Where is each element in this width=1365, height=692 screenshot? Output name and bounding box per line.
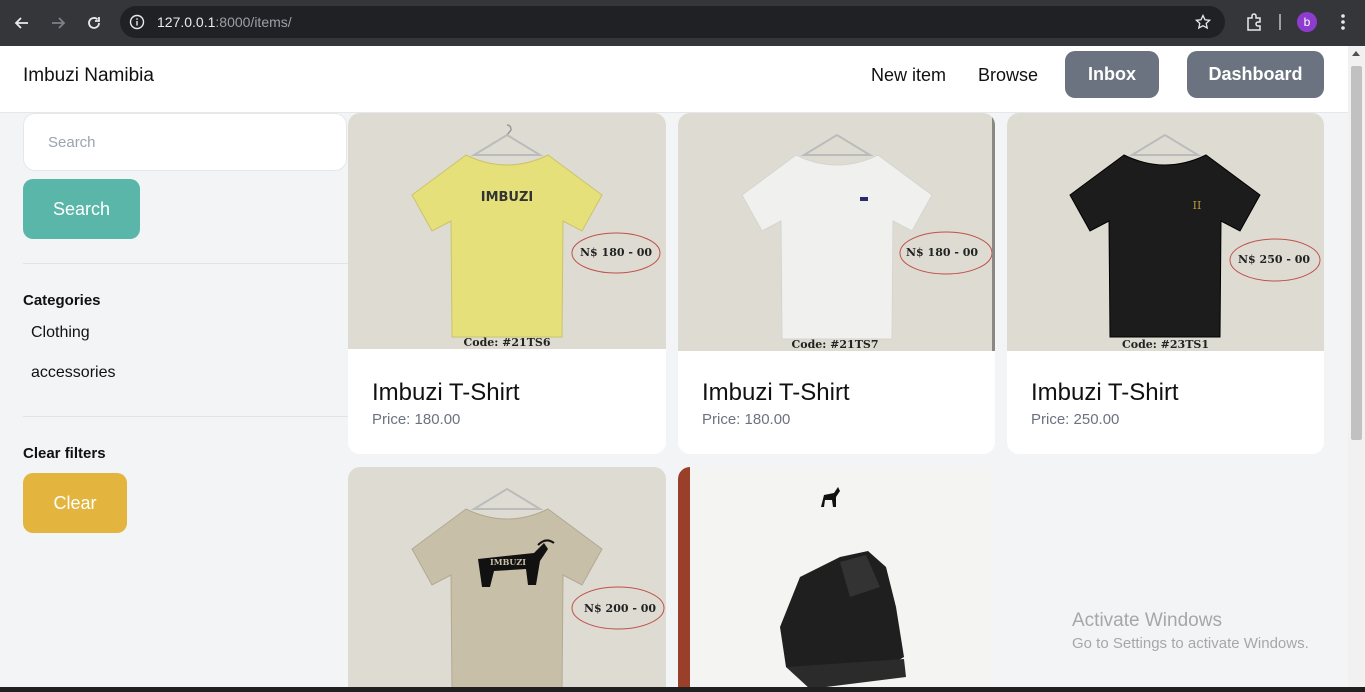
sidebar-divider	[23, 263, 348, 264]
clear-button[interactable]: Clear	[23, 473, 127, 533]
tshirt-icon: IMBUZI	[411, 124, 661, 338]
category-accessories[interactable]: accessories	[31, 364, 115, 382]
extensions-icon[interactable]	[1244, 12, 1264, 32]
item-image: IMBUZI N$ 180 - 00 Code: #21TS6	[348, 113, 666, 349]
price-tag-text: N$ 180 - 00	[580, 246, 653, 259]
filter-sidebar: Search Categories Clothing accessories C…	[23, 113, 348, 692]
search-button[interactable]: Search	[23, 179, 140, 239]
toolbar-separator	[1279, 14, 1281, 30]
price-tag-text: N$ 180 - 00	[906, 246, 979, 259]
tshirt-icon: II	[1069, 133, 1321, 338]
item-title: Imbuzi T-Shirt	[372, 379, 520, 406]
price-tag-text: N$ 200 - 00	[584, 602, 657, 615]
item-image: N$ 180 - 00 Code: #21TS7	[678, 113, 995, 351]
scrollbar-thumb[interactable]	[1351, 66, 1362, 440]
item-card[interactable]	[678, 467, 993, 692]
svg-text:IMBUZI: IMBUZI	[490, 557, 526, 567]
tshirt-icon	[741, 133, 992, 340]
taskbar-strip	[0, 687, 1365, 692]
item-card[interactable]: II N$ 250 - 00 Code: #23TS1 Imbuzi T-Shi…	[1007, 113, 1324, 454]
item-code: Code: #21TS6	[463, 336, 551, 349]
page-scrollbar[interactable]	[1348, 46, 1365, 692]
clear-filters-heading: Clear filters	[23, 445, 106, 462]
tshirt-icon: IMBUZI	[411, 487, 665, 692]
item-title: Imbuzi T-Shirt	[1031, 379, 1179, 406]
item-price: Price: 250.00	[1031, 411, 1120, 428]
svg-text:IMBUZI: IMBUZI	[481, 190, 534, 205]
browser-toolbar: 127.0.0.1:8000/items/ b	[0, 0, 1365, 46]
categories-heading: Categories	[23, 292, 101, 309]
item-title: Imbuzi T-Shirt	[702, 379, 850, 406]
profile-avatar[interactable]: b	[1297, 12, 1317, 32]
scroll-up-arrow-icon[interactable]	[1352, 51, 1360, 56]
site-info-icon[interactable]	[129, 14, 145, 30]
price-tag-text: N$ 250 - 00	[1238, 253, 1311, 266]
browse-link[interactable]: Browse	[978, 65, 1038, 86]
item-code: Code: #23TS1	[1122, 338, 1209, 351]
dashboard-button[interactable]: Dashboard	[1187, 51, 1324, 98]
item-price: Price: 180.00	[702, 411, 791, 428]
activate-windows-subtitle: Go to Settings to activate Windows.	[1072, 635, 1309, 652]
search-input[interactable]	[23, 113, 347, 171]
reload-icon[interactable]	[82, 11, 106, 35]
shirt-emblem: II	[1193, 199, 1202, 212]
site-navbar: Imbuzi Namibia New item Browse Inbox Das…	[0, 46, 1348, 113]
forward-arrow-icon[interactable]	[46, 11, 70, 35]
brand-link[interactable]: Imbuzi Namibia	[23, 65, 154, 87]
item-image	[678, 467, 993, 692]
back-arrow-icon[interactable]	[10, 11, 34, 35]
category-clothing[interactable]: Clothing	[31, 324, 90, 342]
item-image: IMBUZI N$ 200 - 00	[348, 467, 666, 692]
bookmark-star-icon[interactable]	[1195, 14, 1211, 30]
item-card[interactable]: IMBUZI N$ 180 - 00 Code: #21TS6 Imbuzi T…	[348, 113, 666, 454]
inbox-button[interactable]: Inbox	[1065, 51, 1159, 98]
url-text: 127.0.0.1:8000/items/	[157, 14, 292, 30]
shoe-icon	[780, 487, 906, 689]
item-card[interactable]: IMBUZI N$ 200 - 00	[348, 467, 666, 692]
address-bar[interactable]: 127.0.0.1:8000/items/	[120, 6, 1225, 38]
item-code: Code: #21TS7	[791, 338, 879, 351]
activate-windows-title: Activate Windows	[1072, 610, 1222, 631]
item-price: Price: 180.00	[372, 411, 461, 428]
item-image: II N$ 250 - 00 Code: #23TS1	[1007, 113, 1324, 351]
item-card[interactable]: N$ 180 - 00 Code: #21TS7 Imbuzi T-Shirt …	[678, 113, 995, 454]
sidebar-divider	[23, 416, 348, 417]
goat-logo-icon	[821, 487, 840, 507]
new-item-link[interactable]: New item	[871, 65, 946, 86]
more-menu-icon[interactable]	[1333, 12, 1353, 32]
